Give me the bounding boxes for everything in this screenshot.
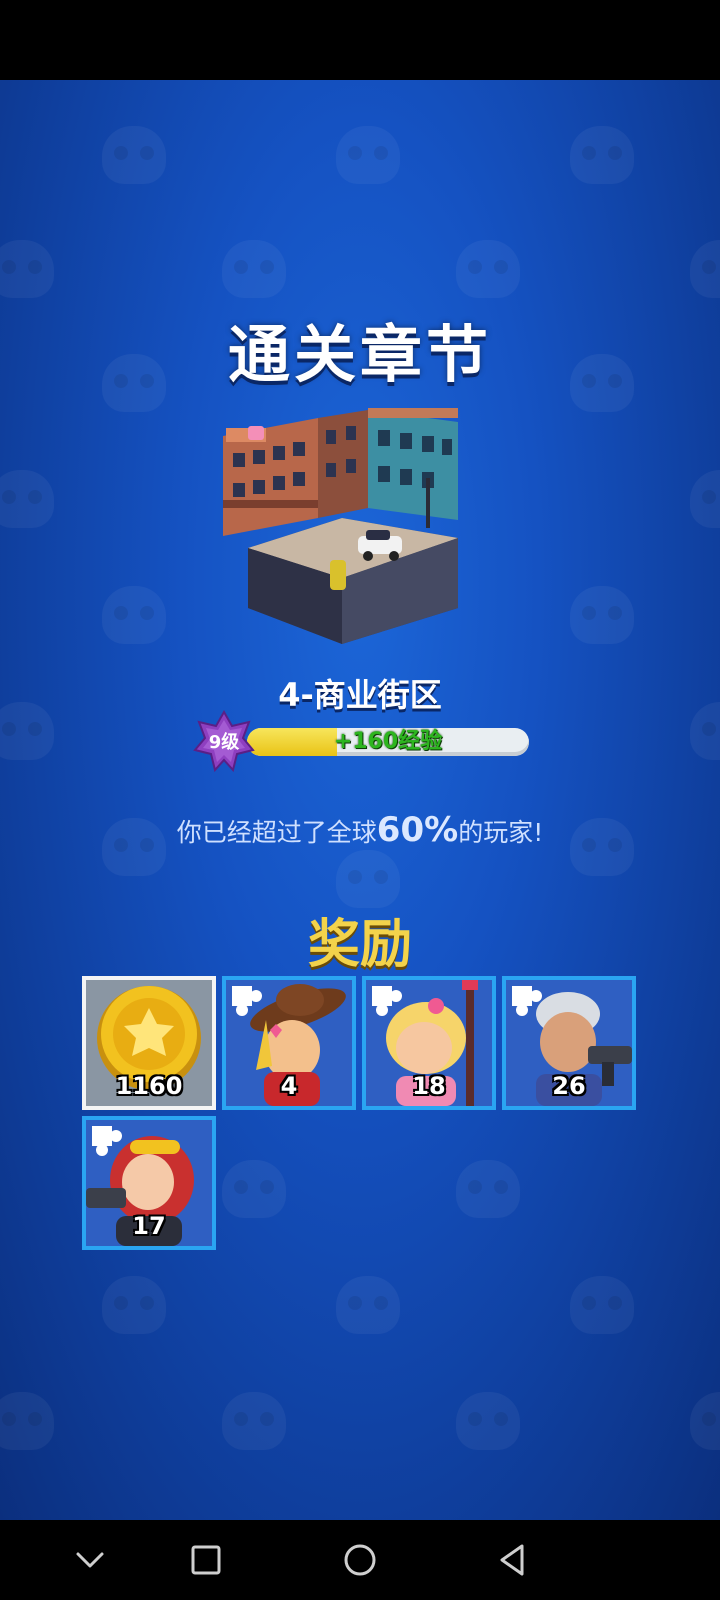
chapter-name: 4-商业街区 [278, 676, 442, 714]
skull-pattern-icon [336, 1276, 400, 1334]
square-icon [191, 1545, 221, 1575]
level-label: 9级 [208, 732, 240, 753]
skull-pattern-icon [690, 240, 720, 298]
skull-pattern-icon [456, 240, 520, 298]
page-title: 通关章节 [227, 318, 492, 391]
nav-back-button[interactable] [472, 1520, 552, 1600]
rank-message: 你已经超过了全球60%的玩家! [0, 810, 720, 850]
reward-item-hero-fragment[interactable]: 17 [82, 1116, 216, 1250]
reward-item-hero-fragment[interactable]: 18 [362, 976, 496, 1110]
reward-item-hero-fragment[interactable]: 26 [502, 976, 636, 1110]
xp-progress-bar: +160经验 [247, 728, 529, 756]
reward-count: 17 [132, 1212, 166, 1240]
skull-pattern-icon [336, 850, 400, 908]
nav-recents-button[interactable] [166, 1520, 246, 1600]
skull-pattern-icon [102, 586, 166, 644]
skull-pattern-icon [570, 126, 634, 184]
rewards-title: 奖励 [307, 915, 412, 975]
circle-icon [344, 1544, 376, 1576]
reward-item-coin[interactable]: 1160 [82, 976, 216, 1110]
skull-pattern-icon [570, 1276, 634, 1334]
skull-pattern-icon [222, 1160, 286, 1218]
rank-percent: 60% [376, 810, 459, 850]
skull-pattern-icon [0, 240, 54, 298]
skull-pattern-icon [570, 586, 634, 644]
reward-count: 18 [412, 1072, 446, 1100]
skull-pattern-icon [456, 1392, 520, 1450]
xp-gain-label: +160经验 [333, 729, 443, 754]
triangle-back-icon [500, 1544, 524, 1576]
chevron-down-icon [76, 1552, 104, 1568]
reward-count: 26 [552, 1072, 586, 1100]
system-nav-bar [0, 1520, 720, 1600]
reward-item-hero-fragment[interactable]: 4 [222, 976, 356, 1110]
status-bar [0, 0, 720, 80]
chapter-complete-screen[interactable]: 通关章节 4-商业街区 +160经验 9级 你已经超过了全球60%的玩家! 奖励… [0, 80, 720, 1520]
skull-pattern-icon [456, 1160, 520, 1218]
skull-pattern-icon [222, 1392, 286, 1450]
nav-chevron-down-button[interactable] [50, 1520, 130, 1600]
skull-pattern-icon [690, 470, 720, 528]
rank-prefix: 你已经超过了全球 [176, 818, 377, 847]
nav-home-button[interactable] [320, 1520, 400, 1600]
skull-pattern-icon [0, 470, 54, 528]
skull-pattern-icon [690, 1392, 720, 1450]
reward-count: 1160 [115, 1072, 183, 1100]
skull-pattern-icon [102, 1276, 166, 1334]
city-block-icon [218, 408, 466, 648]
skull-pattern-icon [0, 1392, 54, 1450]
level-badge: 9级 [193, 710, 255, 772]
skull-pattern-icon [102, 126, 166, 184]
skull-pattern-icon [222, 240, 286, 298]
rank-suffix: 的玩家! [458, 818, 544, 847]
reward-count: 4 [280, 1072, 298, 1100]
skull-pattern-icon [336, 126, 400, 184]
